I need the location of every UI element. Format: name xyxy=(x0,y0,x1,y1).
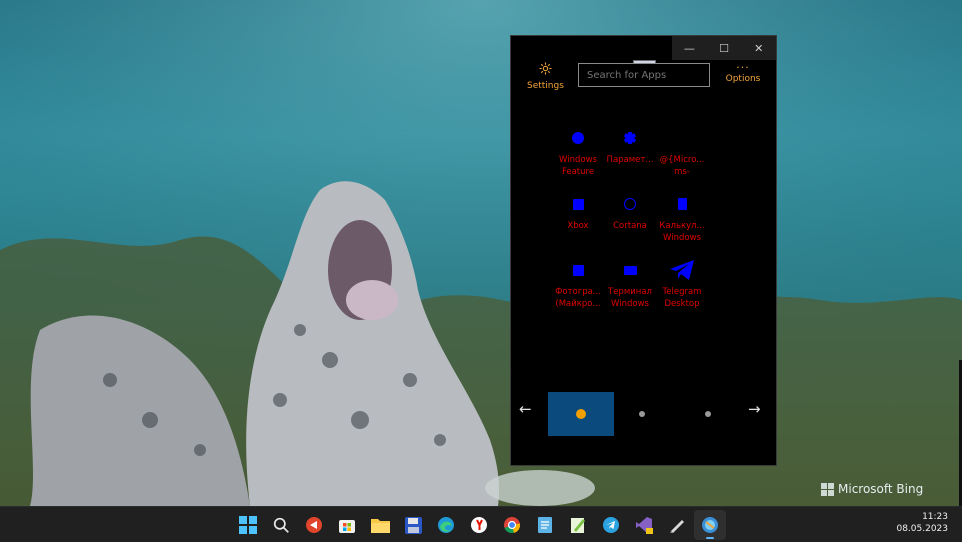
app-tile-telegram[interactable]: Telegram Desktop xyxy=(656,260,708,309)
notepad-plus-icon xyxy=(571,518,585,533)
visual-studio-icon xyxy=(636,517,653,534)
system-clock[interactable]: 11:23 08.05.2023 xyxy=(896,511,948,535)
photo-icon xyxy=(572,264,584,276)
gear-icon xyxy=(539,62,551,75)
close-button[interactable]: ✕ xyxy=(741,36,776,60)
more-dots-icon: ··· xyxy=(736,61,750,74)
maximize-button[interactable]: ☐ xyxy=(707,36,742,60)
clock-date: 08.05.2023 xyxy=(896,524,948,534)
app-name-line1: Парамет... xyxy=(606,155,654,165)
taskbar-store[interactable] xyxy=(331,510,363,540)
options-button[interactable]: ··· Options xyxy=(723,61,763,84)
desktop: Microsoft Bing xyxy=(0,0,962,506)
app-grid: Windows Feature Парамет... @{Micro... ms- … xyxy=(552,128,708,309)
windows-start-icon xyxy=(239,516,257,534)
telegram-icon xyxy=(670,260,694,280)
taskbar-edge[interactable] xyxy=(430,510,462,540)
calculator-icon xyxy=(677,198,687,210)
taskbar-explorer[interactable] xyxy=(364,510,396,540)
app-tile-settings[interactable]: Парамет... xyxy=(604,128,656,176)
page-indicator-3[interactable] xyxy=(675,392,741,436)
app-tile-microsoft-ms[interactable]: @{Micro... ms- xyxy=(656,128,708,177)
pen-icon xyxy=(670,520,684,533)
gear-icon xyxy=(624,132,636,144)
dot-icon xyxy=(639,411,645,417)
app-name-line1: Windows xyxy=(559,155,597,165)
yandex-browser-icon xyxy=(471,517,487,533)
page-indicator-1[interactable] xyxy=(548,392,614,436)
folder-icon xyxy=(370,519,390,533)
app-launcher-window: — ☐ ✕ Settings ··· Options Windows Featur… xyxy=(510,35,777,466)
options-label: Options xyxy=(725,74,761,84)
taskbar-yandex[interactable] xyxy=(463,510,495,540)
taskbar-search[interactable] xyxy=(265,510,297,540)
start-button[interactable] xyxy=(232,510,264,540)
app-tile-windows-feature[interactable]: Windows Feature xyxy=(552,128,604,177)
taskbar: 11:23 08.05.2023 xyxy=(0,506,962,542)
floppy-icon xyxy=(404,516,422,534)
app-name-line1: Xbox xyxy=(567,221,589,231)
page-indicator-2[interactable] xyxy=(609,392,675,436)
remote-app-icon xyxy=(306,517,322,533)
wallpaper xyxy=(0,0,962,506)
edge-icon xyxy=(438,517,454,533)
app-name-line1: Telegram xyxy=(662,287,702,297)
taskbar-icons xyxy=(232,510,726,540)
taskbar-pen-app[interactable] xyxy=(661,510,693,540)
app-name-line1: Калькул... xyxy=(659,221,705,231)
search-input[interactable] xyxy=(578,63,710,87)
app-name-line2: Windows xyxy=(611,299,649,309)
taskbar-chrome[interactable] xyxy=(496,510,528,540)
clock-time: 11:23 xyxy=(922,512,948,522)
bing-watermark: Microsoft Bing xyxy=(821,482,923,496)
title-bar[interactable]: — ☐ ✕ xyxy=(672,36,776,60)
chrome-icon xyxy=(504,517,521,534)
app-name-line1: Cortana xyxy=(613,221,647,231)
taskbar-notepad-plus[interactable] xyxy=(562,510,594,540)
store-icon xyxy=(339,520,355,533)
app-name-line2: Desktop xyxy=(664,299,700,309)
next-arrow-icon[interactable]: → xyxy=(748,400,761,418)
circle-icon xyxy=(572,132,584,144)
app-name-line2: (Майкро... xyxy=(555,299,601,309)
bing-logo-icon xyxy=(821,482,834,496)
notepad-icon xyxy=(538,517,552,533)
bing-watermark-text: Microsoft Bing xyxy=(838,482,924,496)
settings-button[interactable]: Settings xyxy=(527,60,564,91)
app-tile-cortana[interactable]: Cortana xyxy=(604,194,656,242)
search-icon xyxy=(273,517,289,533)
launcher-icon xyxy=(702,517,718,533)
app-tile-calculator[interactable]: Калькул... Windows xyxy=(656,194,708,243)
app-tile-terminal[interactable]: Терминал Windows xyxy=(604,260,656,309)
taskbar-launcher-app[interactable] xyxy=(694,510,726,540)
app-name-line1: Терминал xyxy=(608,287,652,297)
app-name-line1: @{Micro... xyxy=(659,155,705,165)
taskbar-notepad[interactable] xyxy=(529,510,561,540)
app-name-line2: ms- xyxy=(674,167,690,177)
settings-label: Settings xyxy=(527,81,564,91)
page-navigator: ← → xyxy=(511,388,778,436)
prev-arrow-icon[interactable]: ← xyxy=(519,400,532,418)
app-tile-photos[interactable]: Фотогра... (Майкро... xyxy=(552,260,604,309)
taskbar-save-app[interactable] xyxy=(397,510,429,540)
app-name-line1: Фотогра... xyxy=(555,287,601,297)
taskbar-app-remote[interactable] xyxy=(298,510,330,540)
taskbar-telegram[interactable] xyxy=(595,510,627,540)
app-name-line2: Windows xyxy=(663,233,701,243)
ring-icon xyxy=(624,198,636,210)
dot-icon xyxy=(705,411,711,417)
taskbar-visual-studio[interactable] xyxy=(628,510,660,540)
terminal-icon xyxy=(623,265,637,275)
telegram-icon xyxy=(603,517,619,533)
active-dot-icon xyxy=(576,409,586,419)
square-icon xyxy=(572,198,584,210)
app-name-line2: Feature xyxy=(561,167,595,177)
minimize-button[interactable]: — xyxy=(672,36,707,60)
app-tile-xbox[interactable]: Xbox xyxy=(552,194,604,242)
